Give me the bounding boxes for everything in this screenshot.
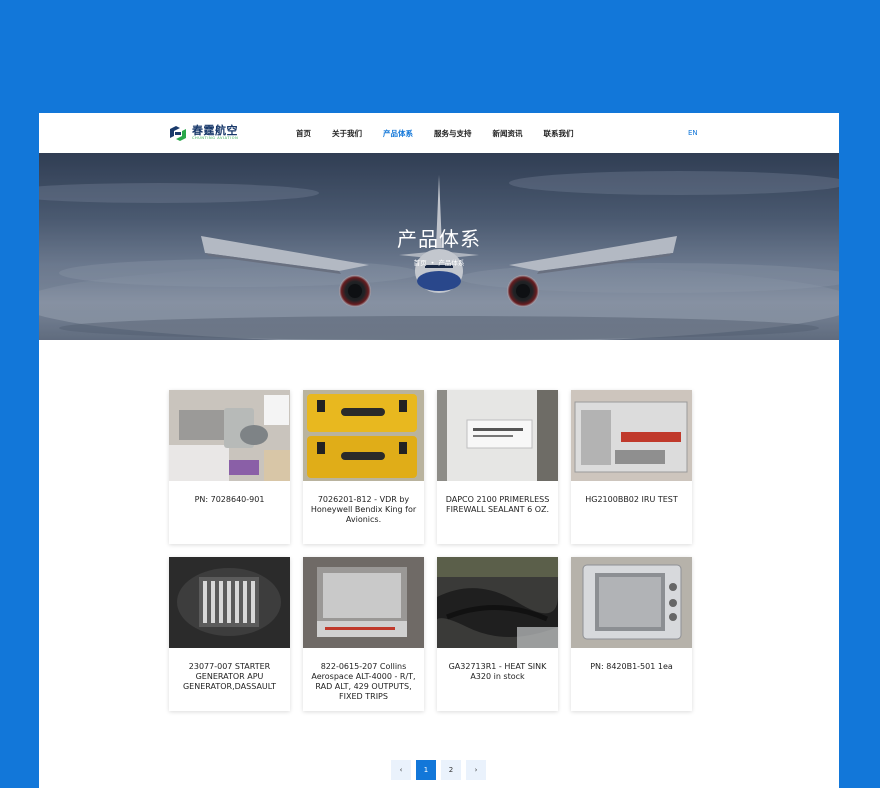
breadcrumb-separator: • — [430, 259, 435, 267]
product-card[interactable]: 23077-007 STARTER GENERATOR APU GENERATO… — [169, 557, 290, 711]
product-image — [571, 390, 692, 481]
logo[interactable]: 春霆航空 CHUNTING AVIATION — [168, 124, 238, 142]
product-card[interactable]: 822-0615-207 Collins Aerospace ALT-4000 … — [303, 557, 424, 711]
language-switch[interactable]: EN — [688, 129, 698, 137]
breadcrumb-current: 产品体系 — [438, 259, 465, 267]
main-nav: 首页 关于我们 产品体系 服务与支持 新闻资讯 联系我们 — [296, 113, 595, 153]
nav-about[interactable]: 关于我们 — [332, 128, 362, 139]
breadcrumb: 首页 • 产品体系 — [39, 257, 839, 267]
logo-name-cn: 春霆航空 — [192, 124, 238, 138]
nav-contact[interactable]: 联系我们 — [544, 128, 574, 139]
nav-home[interactable]: 首页 — [296, 128, 311, 139]
product-caption: HG2100BB02 IRU TEST — [585, 495, 678, 504]
hero-banner: 产品体系 首页 • 产品体系 — [39, 153, 839, 340]
product-card[interactable]: HG2100BB02 IRU TEST — [571, 390, 692, 544]
nav-service[interactable]: 服务与支持 — [434, 128, 472, 139]
product-caption: PN: 8420B1-501 1ea — [590, 662, 673, 671]
product-image — [303, 557, 424, 648]
product-image — [437, 557, 558, 648]
logo-icon — [168, 125, 188, 142]
product-card[interactable]: GA32713R1 - HEAT SINK A320 in stock — [437, 557, 558, 711]
product-card[interactable]: DAPCO 2100 PRIMERLESS FIREWALL SEALANT 6… — [437, 390, 558, 544]
product-caption: 7026201-812 - VDR by Honeywell Bendix Ki… — [310, 495, 417, 524]
product-image — [571, 557, 692, 648]
next-page-button[interactable]: › — [466, 760, 486, 780]
nav-products[interactable]: 产品体系 — [383, 128, 413, 139]
page-1-button[interactable]: 1 — [416, 760, 436, 780]
banner-title: 产品体系 — [397, 227, 481, 251]
product-card[interactable]: PN: 8420B1-501 1ea — [571, 557, 692, 711]
breadcrumb-home[interactable]: 首页 — [414, 259, 427, 267]
product-card[interactable]: 7026201-812 - VDR by Honeywell Bendix Ki… — [303, 390, 424, 544]
product-caption: 23077-007 STARTER GENERATOR APU GENERATO… — [182, 662, 277, 691]
product-image — [437, 390, 558, 481]
site-header: 春霆航空 CHUNTING AVIATION 首页 关于我们 产品体系 服务与支… — [39, 113, 839, 153]
product-image — [303, 390, 424, 481]
nav-news[interactable]: 新闻资讯 — [493, 128, 523, 139]
product-caption: PN: 7028640-901 — [194, 495, 265, 504]
product-caption: GA32713R1 - HEAT SINK A320 in stock — [448, 662, 547, 681]
page: 春霆航空 CHUNTING AVIATION 首页 关于我们 产品体系 服务与支… — [39, 113, 839, 788]
logo-name-en: CHUNTING AVIATION — [192, 136, 239, 141]
product-card[interactable]: PN: 7028640-901 — [169, 390, 290, 544]
product-caption: DAPCO 2100 PRIMERLESS FIREWALL SEALANT 6… — [445, 495, 550, 514]
product-caption: 822-0615-207 Collins Aerospace ALT-4000 … — [311, 662, 416, 701]
page-2-button[interactable]: 2 — [441, 760, 461, 780]
pagination: ‹ 1 2 › — [391, 760, 491, 780]
product-image — [169, 557, 290, 648]
prev-page-button[interactable]: ‹ — [391, 760, 411, 780]
product-image — [169, 390, 290, 481]
